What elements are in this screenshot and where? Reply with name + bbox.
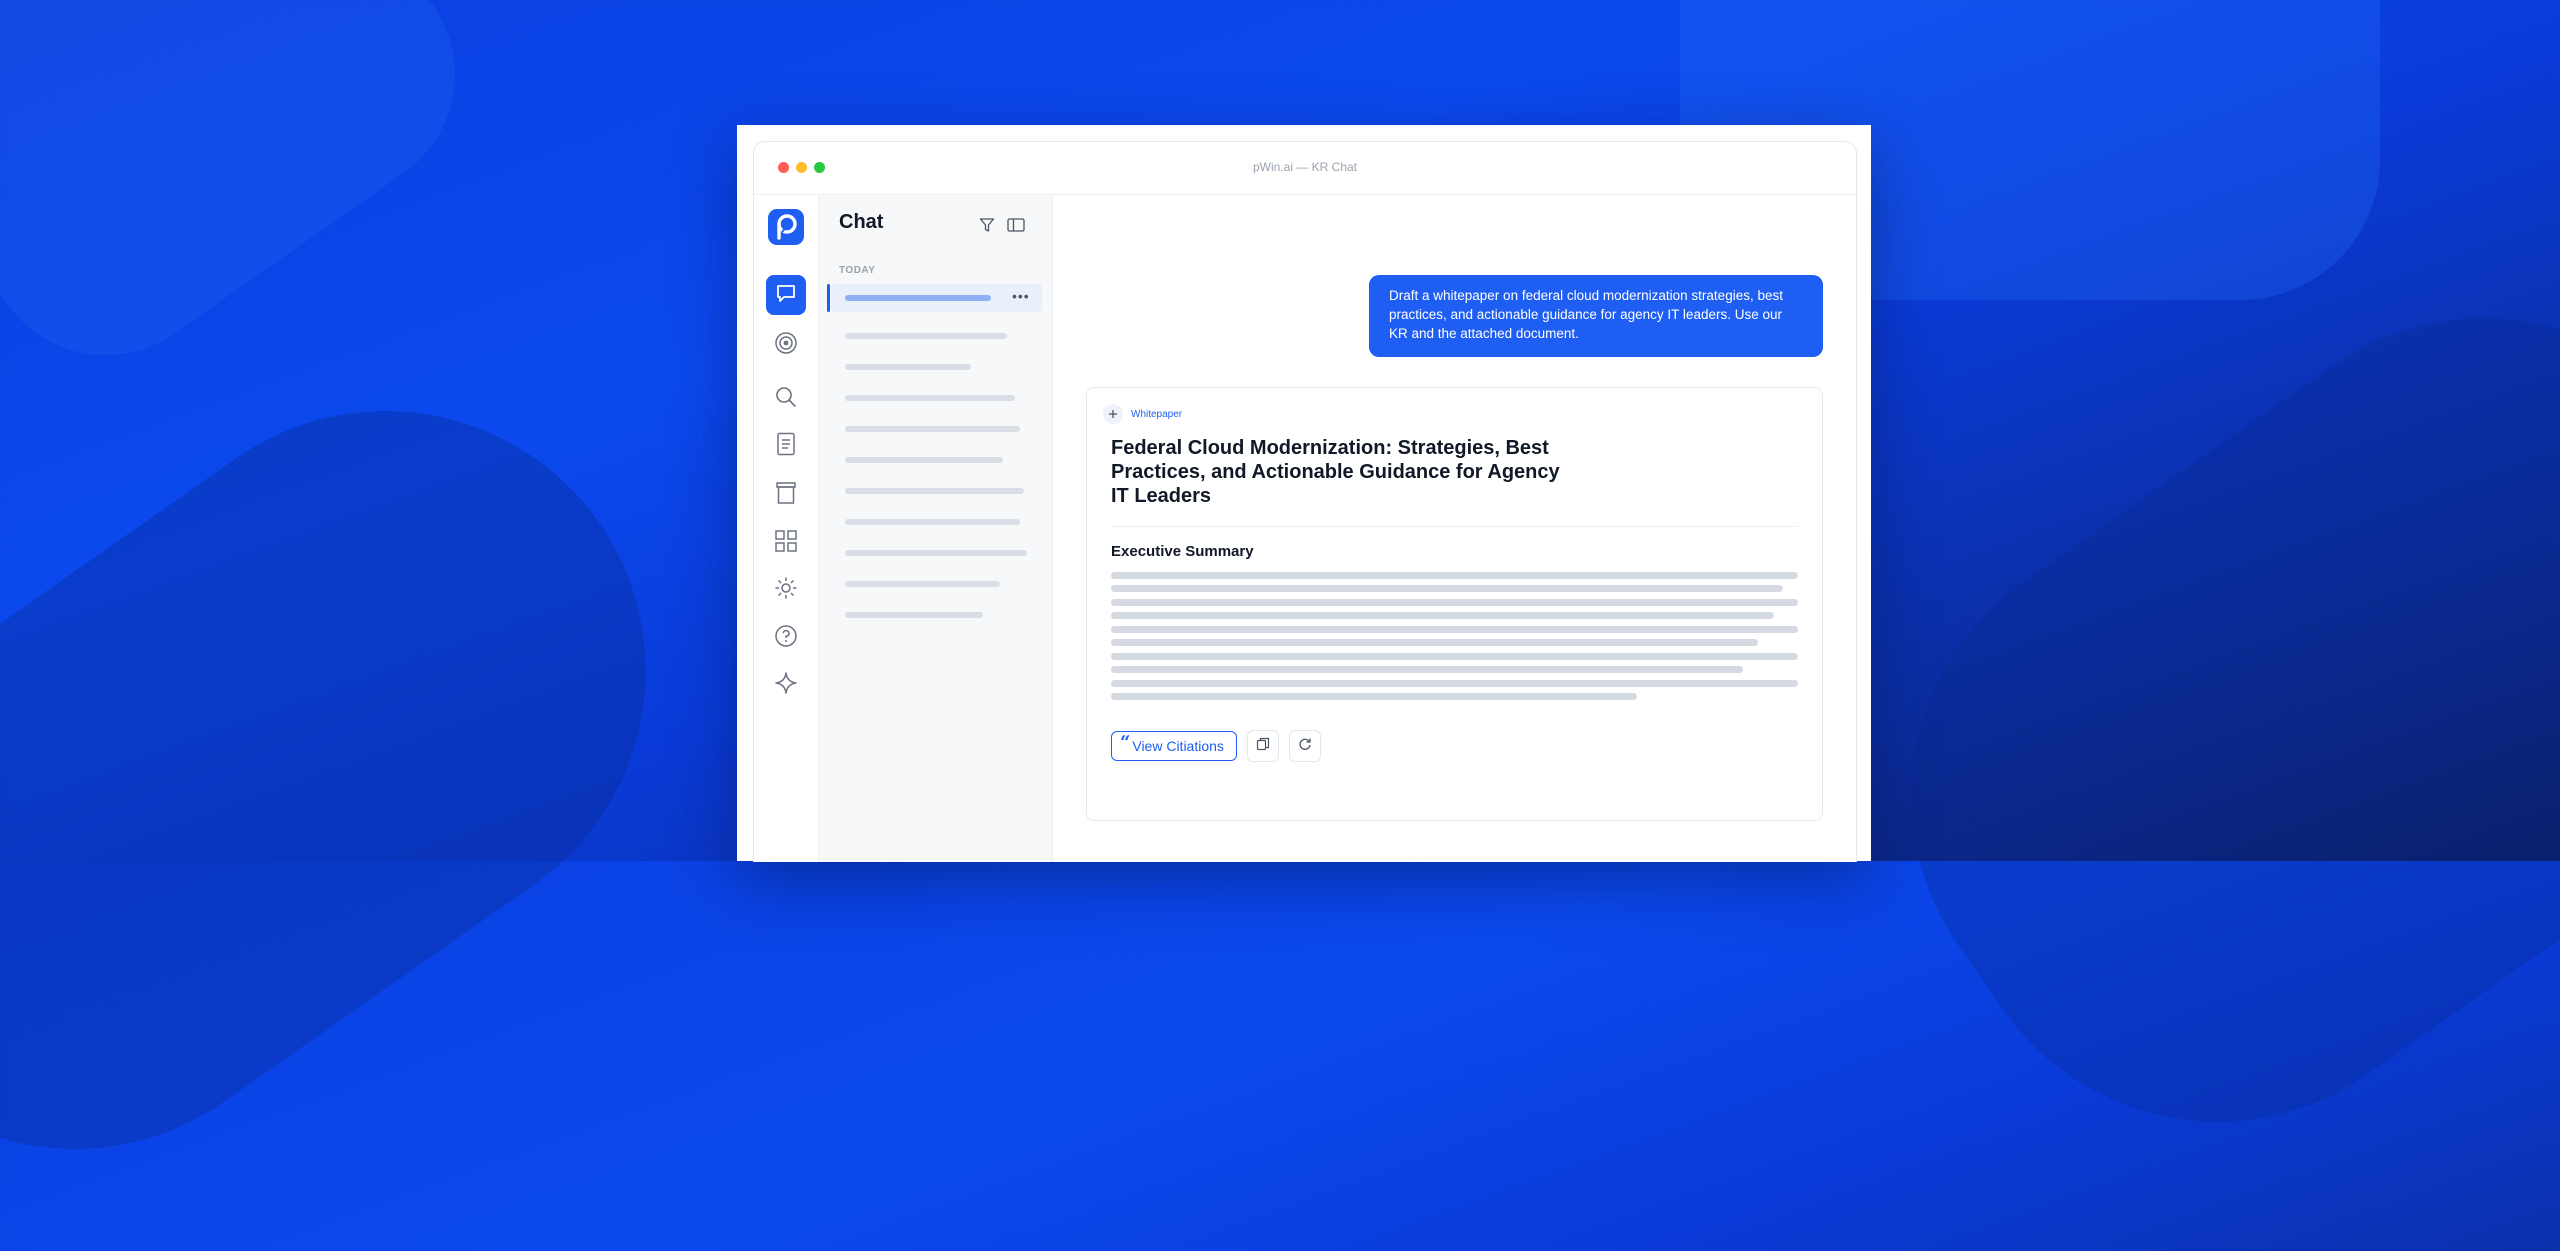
text-line-placeholder (1111, 585, 1783, 592)
refresh-icon (1298, 737, 1312, 756)
quote-icon: “ (1120, 732, 1131, 753)
search-icon (774, 385, 798, 414)
document-title: Federal Cloud Modernization: Strategies,… (1111, 437, 1560, 507)
chat-list-item[interactable] (845, 581, 1000, 587)
more-options-icon[interactable]: ••• (1012, 288, 1030, 304)
chat-list-item[interactable] (845, 457, 1003, 463)
sun-icon (774, 576, 798, 605)
grid-icon (774, 529, 798, 558)
chat-list-item[interactable] (845, 426, 1020, 432)
title-bar: pWin.ai — KR Chat (754, 142, 1856, 195)
rail-target-button[interactable] (766, 325, 806, 365)
chat-list-item[interactable] (845, 488, 1024, 494)
document-icon (775, 432, 797, 461)
chat-list-item[interactable] (845, 612, 983, 618)
view-citations-label: View Citiations (1132, 738, 1224, 754)
response-card: Whitepaper Federal Cloud Modernization: … (1086, 387, 1823, 821)
document-type-tag: Whitepaper (1103, 404, 1182, 424)
section-heading: Executive Summary (1111, 543, 1254, 560)
rail-documents-button[interactable] (766, 426, 806, 466)
conversation-pane: Draft a whitepaper on federal cloud mode… (1053, 195, 1856, 862)
rail-chat-button[interactable] (766, 275, 806, 315)
tag-label: Whitepaper (1131, 408, 1183, 420)
rail-help-button[interactable] (766, 618, 806, 658)
copy-button[interactable] (1246, 730, 1279, 762)
chat-list-title: Chat (839, 211, 884, 233)
background-shape (1809, 216, 2560, 1224)
user-message-bubble: Draft a whitepaper on federal cloud mode… (1369, 275, 1823, 357)
rail-settings-button[interactable] (766, 570, 806, 610)
sparkle-icon (774, 671, 798, 700)
view-citations-button[interactable]: “ View Citiations (1111, 731, 1237, 761)
archive-icon (775, 481, 797, 510)
text-line-placeholder (1111, 572, 1798, 579)
chat-list-panel: Chat TODAY ••• (819, 195, 1053, 862)
text-line-placeholder (1111, 653, 1798, 660)
text-line-placeholder (1111, 680, 1798, 687)
active-indicator (827, 284, 830, 312)
chat-title-placeholder (845, 295, 991, 301)
copy-icon (1256, 737, 1270, 756)
target-icon (774, 331, 798, 360)
plus-icon (1103, 404, 1123, 424)
background-shape (0, 0, 503, 403)
rail-ai-button[interactable] (766, 665, 806, 705)
app-logo[interactable] (768, 209, 804, 245)
chat-list-item[interactable] (845, 519, 1020, 525)
divider (1111, 526, 1798, 527)
rail-apps-button[interactable] (766, 523, 806, 563)
chat-list-item[interactable] (845, 395, 1015, 401)
icon-rail (754, 195, 819, 862)
section-label-today: TODAY (839, 265, 876, 276)
rail-archive-button[interactable] (766, 475, 806, 515)
text-line-placeholder (1111, 626, 1798, 633)
filter-icon[interactable] (979, 217, 995, 238)
help-icon (774, 624, 798, 653)
rail-search-button[interactable] (766, 379, 806, 419)
regenerate-button[interactable] (1288, 730, 1321, 762)
chat-list-item-active[interactable]: ••• (827, 284, 1042, 312)
chat-list-item[interactable] (845, 364, 971, 370)
text-line-placeholder (1111, 612, 1774, 619)
background-shape (0, 308, 748, 1251)
text-line-placeholder (1111, 693, 1637, 700)
text-line-placeholder (1111, 666, 1743, 673)
chat-list-item[interactable] (845, 550, 1027, 556)
chat-list-item[interactable] (845, 333, 1007, 339)
app-frame: pWin.ai — KR Chat Chat TODAY ••• Draft a… (753, 141, 1857, 862)
text-line-placeholder (1111, 639, 1758, 646)
app-window: pWin.ai — KR Chat Chat TODAY ••• Draft a… (737, 125, 1871, 862)
chat-bubble-icon (775, 282, 797, 309)
response-actions: “ View Citiations (1111, 730, 1321, 762)
window-title: pWin.ai — KR Chat (1252, 160, 1358, 174)
text-line-placeholder (1111, 599, 1798, 606)
panel-toggle-icon[interactable] (1007, 217, 1025, 238)
